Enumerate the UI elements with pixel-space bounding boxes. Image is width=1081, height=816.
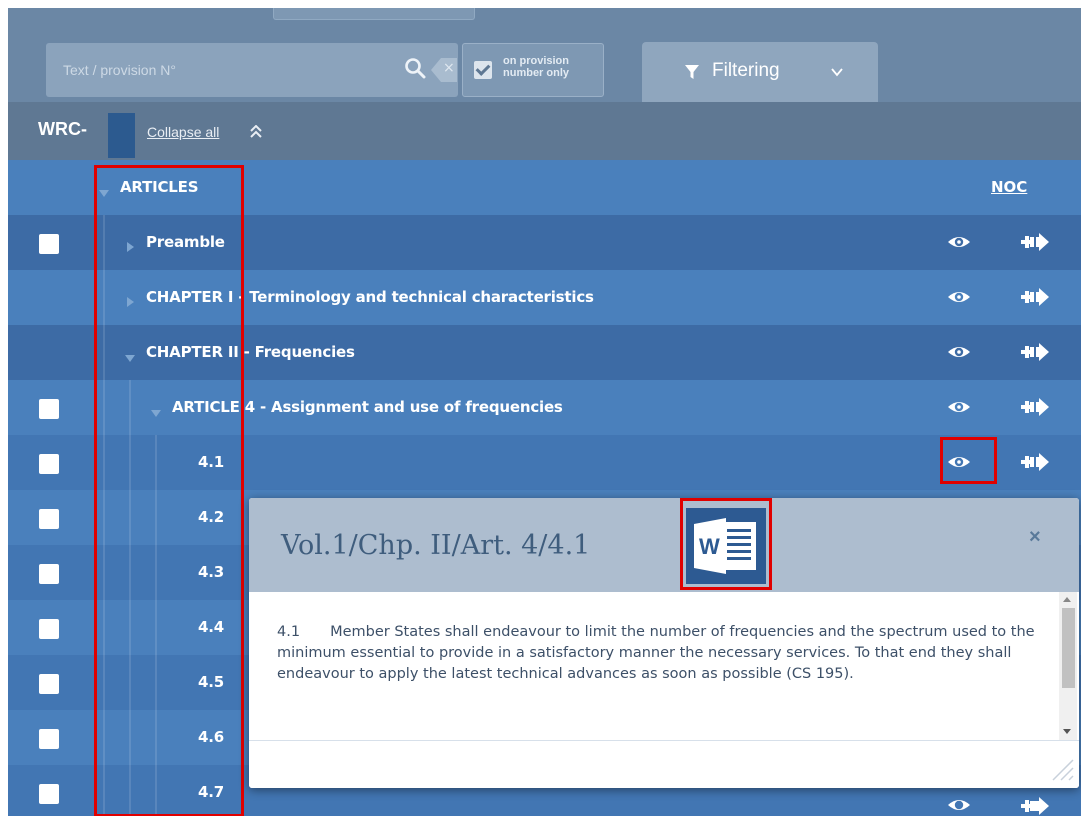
scroll-down-icon[interactable] bbox=[1063, 729, 1071, 734]
search-bar: Text / provision N° × on provision numbe… bbox=[8, 8, 1081, 102]
add-arrow-icon[interactable] bbox=[1017, 396, 1051, 422]
search-input[interactable]: Text / provision N° × bbox=[46, 43, 458, 97]
collapse-all-link[interactable]: Collapse all bbox=[147, 124, 219, 140]
app-frame: Text / provision N° × on provision numbe… bbox=[8, 8, 1081, 816]
eye-icon[interactable] bbox=[947, 793, 971, 816]
double-chevron-up-icon bbox=[250, 124, 262, 143]
filtering-button[interactable]: Filtering bbox=[642, 42, 878, 102]
filter-icon bbox=[684, 64, 700, 84]
add-arrow-icon[interactable] bbox=[1017, 341, 1051, 367]
highlight-box-tree-column bbox=[94, 165, 244, 816]
top-tab[interactable] bbox=[273, 8, 475, 20]
add-arrow-icon[interactable] bbox=[1017, 795, 1051, 816]
dialog-title: Vol.1/Chp. II/Art. 4/4.1 bbox=[281, 530, 591, 561]
row-checkbox[interactable] bbox=[39, 509, 59, 529]
scroll-up-icon[interactable] bbox=[1063, 597, 1071, 602]
row-checkbox[interactable] bbox=[39, 234, 59, 254]
add-arrow-icon[interactable] bbox=[1017, 231, 1051, 257]
search-placeholder: Text / provision N° bbox=[63, 62, 176, 78]
provision-preview-dialog: Vol.1/Chp. II/Art. 4/4.1 W × 4.1 Member S… bbox=[249, 498, 1079, 788]
eye-icon[interactable] bbox=[947, 285, 971, 313]
scroll-thumb[interactable] bbox=[1062, 608, 1075, 688]
highlight-box-eye bbox=[940, 437, 997, 484]
dialog-body: 4.1 Member States shall endeavour to limi… bbox=[249, 592, 1059, 740]
row-checkbox[interactable] bbox=[39, 564, 59, 584]
provision-text: 4.1 Member States shall endeavour to limi… bbox=[277, 622, 1037, 685]
dialog-footer bbox=[249, 740, 1079, 788]
noc-column-header[interactable]: NOC bbox=[991, 178, 1027, 196]
document-header: WRC- Collapse all bbox=[8, 102, 1081, 160]
row-checkbox[interactable] bbox=[39, 729, 59, 749]
filtering-label: Filtering bbox=[712, 60, 780, 81]
eye-icon[interactable] bbox=[947, 230, 971, 258]
provision-text-number: 4.1 bbox=[277, 624, 301, 640]
close-icon[interactable]: × bbox=[1029, 526, 1041, 549]
eye-icon[interactable] bbox=[947, 340, 971, 368]
search-icon[interactable] bbox=[404, 57, 426, 83]
close-icon: × bbox=[443, 60, 455, 76]
row-checkbox[interactable] bbox=[39, 784, 59, 804]
row-checkbox[interactable] bbox=[39, 399, 59, 419]
provision-text-body: Member States shall endeavour to limit t… bbox=[277, 624, 1035, 682]
add-arrow-icon[interactable] bbox=[1017, 286, 1051, 312]
highlight-box-word bbox=[680, 498, 772, 590]
redacted-block bbox=[108, 113, 135, 158]
dialog-scrollbar[interactable] bbox=[1059, 592, 1077, 740]
row-checkbox[interactable] bbox=[39, 674, 59, 694]
provision-number-only-toggle[interactable]: on provision number only bbox=[462, 43, 604, 97]
resize-grip-icon[interactable] bbox=[1049, 756, 1075, 786]
row-checkbox[interactable] bbox=[39, 454, 59, 474]
add-arrow-icon[interactable] bbox=[1017, 451, 1051, 477]
eye-icon[interactable] bbox=[947, 395, 971, 423]
provision-number-only-checkbox[interactable] bbox=[474, 61, 492, 79]
document-title: WRC- bbox=[38, 119, 87, 139]
row-checkbox[interactable] bbox=[39, 619, 59, 639]
provision-number-only-label: on provision number only bbox=[503, 55, 570, 79]
clear-search-button[interactable]: × bbox=[431, 58, 457, 82]
chevron-down-icon bbox=[830, 64, 844, 83]
dialog-header: Vol.1/Chp. II/Art. 4/4.1 W × bbox=[249, 498, 1079, 592]
